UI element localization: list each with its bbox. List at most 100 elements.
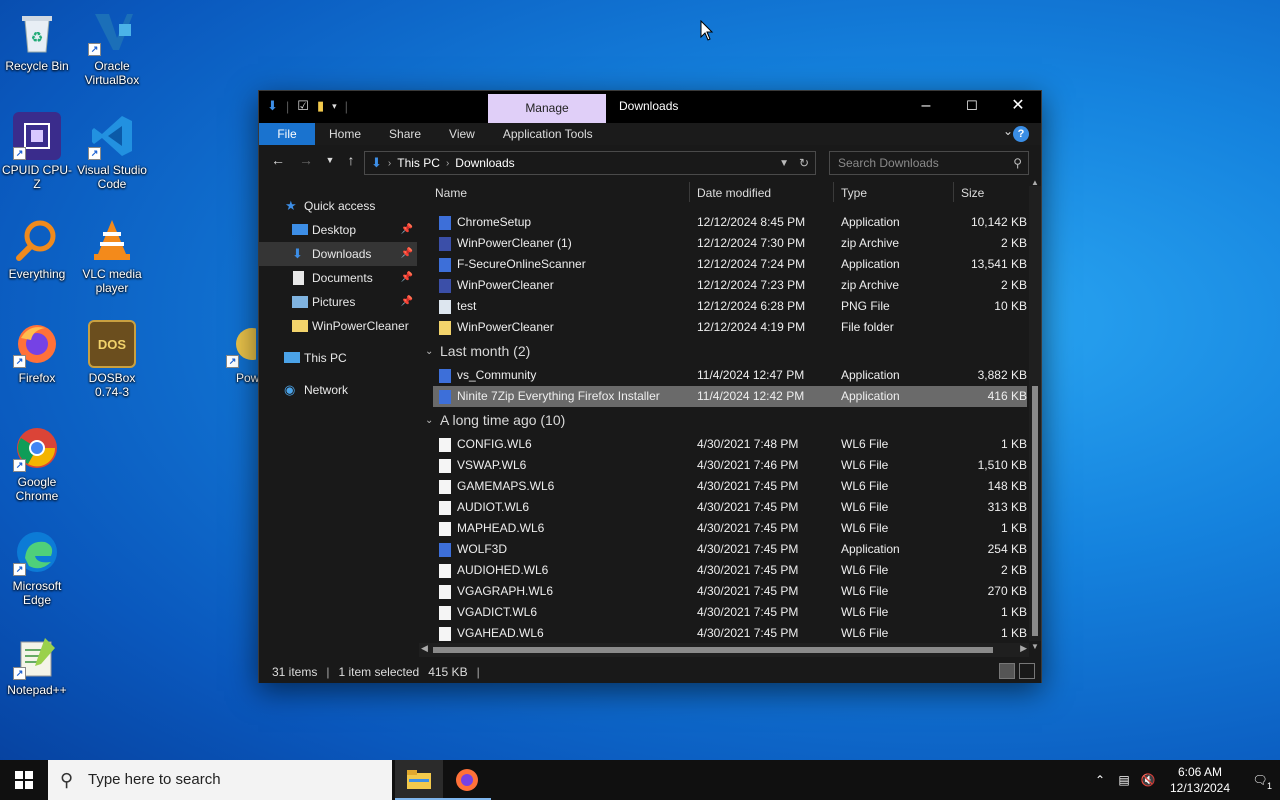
file-row[interactable]: WOLF3D 4/30/2021 7:45 PM Application 254 KB [417, 539, 1027, 560]
tab-application-tools[interactable]: Application Tools [489, 123, 607, 145]
pin-icon[interactable]: 📌 [401, 218, 413, 242]
tab-home[interactable]: Home [315, 123, 375, 145]
file-row[interactable]: ChromeSetup 12/12/2024 8:45 PM Application… [417, 212, 1027, 233]
desktop-icon-everything[interactable]: Everything [0, 216, 74, 281]
nav-network[interactable]: ◉ Network [259, 378, 417, 402]
vertical-scrollbar[interactable]: ▲ ▼ [1029, 178, 1041, 651]
address-bar[interactable]: ⬇ › This PC › Downloads ▼ ↻ [364, 151, 816, 175]
nav-quick-access[interactable]: ★ Quick access [259, 194, 417, 218]
desktop-icon-edge[interactable]: ↗ Microsoft Edge [0, 528, 74, 607]
file-row[interactable]: WinPowerCleaner 12/12/2024 4:19 PM File fo… [417, 317, 1027, 338]
search-input[interactable]: Search Downloads ⚲ [829, 151, 1029, 175]
forward-arrow-icon[interactable]: → [297, 152, 315, 172]
pin-icon[interactable]: 📌 [401, 242, 413, 266]
file-row[interactable]: VGAGRAPH.WL6 4/30/2021 7:45 PM WL6 File 270… [417, 581, 1027, 602]
show-hidden-icons-icon[interactable]: ⌃ [1088, 773, 1112, 787]
nav-documents[interactable]: Documents 📌 [259, 266, 417, 290]
maximize-button[interactable]: ☐ [949, 91, 995, 121]
nav-winpowercleaner[interactable]: WinPowerCleaner [259, 314, 417, 338]
file-row[interactable]: test 12/12/2024 6:28 PM PNG File 10 KB [417, 296, 1027, 317]
large-icons-view-icon[interactable] [1019, 663, 1035, 679]
nav-downloads[interactable]: ⬇ Downloads 📌 [259, 242, 417, 266]
details-view-icon[interactable] [999, 663, 1015, 679]
file-row[interactable]: MAPHEAD.WL6 4/30/2021 7:45 PM WL6 File 1 KB [417, 518, 1027, 539]
desktop-icon-vscode[interactable]: ↗ Visual Studio Code [75, 112, 149, 191]
back-arrow-icon[interactable]: ← [269, 152, 287, 172]
start-button[interactable] [0, 760, 48, 800]
horizontal-scrollbar[interactable]: ◀ ▶ [419, 643, 1029, 657]
file-row[interactable]: WinPowerCleaner 12/12/2024 7:23 PM zip Arc… [417, 275, 1027, 296]
tab-share[interactable]: Share [375, 123, 435, 145]
refresh-icon[interactable]: ↻ [799, 156, 809, 170]
volume-muted-icon[interactable]: 🔇 [1136, 773, 1160, 787]
application-icon [439, 390, 451, 404]
desktop-icon-virtualbox[interactable]: ↗ Oracle VirtualBox [75, 8, 149, 87]
scroll-down-icon[interactable]: ▼ [1031, 642, 1039, 651]
download-arrow-icon[interactable]: ⬇ [267, 98, 278, 114]
desktop-icon-vlc[interactable]: VLC media player [75, 216, 149, 295]
file-row[interactable]: vs_Community 11/4/2024 12:47 PM Applicatio… [417, 365, 1027, 386]
manage-tab[interactable]: Manage [488, 94, 606, 123]
properties-icon[interactable]: ☑ [297, 98, 309, 114]
file-row[interactable]: Ninite 7Zip Everything Firefox Installer… [433, 386, 1027, 407]
group-header-last-month[interactable]: ⌄ Last month (2) [417, 338, 1027, 365]
tab-view[interactable]: View [435, 123, 489, 145]
file-row[interactable]: VGAHEAD.WL6 4/30/2021 7:45 PM WL6 File 1 KB [417, 623, 1027, 644]
address-dropdown-icon[interactable]: ▼ [779, 158, 789, 169]
collapse-chevron-icon[interactable]: ⌄ [425, 407, 433, 434]
collapse-chevron-icon[interactable]: ⌄ [425, 338, 433, 365]
taskbar-firefox[interactable] [443, 760, 491, 800]
status-bar: 31 items | 1 item selected 415 KB | [259, 661, 1041, 683]
file-name: test [457, 299, 477, 313]
firefox-icon [456, 769, 478, 791]
file-row[interactable]: AUDIOHED.WL6 4/30/2021 7:45 PM WL6 File 2 K… [417, 560, 1027, 581]
new-folder-icon[interactable]: ▮ [317, 98, 324, 114]
file-row[interactable]: F-SecureOnlineScanner 12/12/2024 7:24 PM A… [417, 254, 1027, 275]
customize-toolbar-icon[interactable]: ▾ [332, 101, 337, 112]
scroll-left-icon[interactable]: ◀ [421, 643, 428, 654]
nav-this-pc[interactable]: This PC [259, 346, 417, 370]
clock[interactable]: 6:06 AM 12/13/2024 [1160, 764, 1240, 796]
notifications-icon[interactable]: 🗨 1 [1240, 773, 1280, 791]
taskbar-file-explorer[interactable] [395, 760, 443, 800]
file-name: VGAGRAPH.WL6 [457, 584, 554, 598]
network-icon[interactable]: ▤ [1112, 773, 1136, 787]
desktop-icon-label: Firefox [18, 371, 56, 385]
taskbar-search[interactable]: ⚲ Type here to search [48, 760, 392, 800]
vertical-scroll-thumb[interactable] [1032, 386, 1038, 636]
file-name: WinPowerCleaner (1) [457, 236, 572, 250]
recent-locations-icon[interactable]: ▼ [321, 155, 339, 175]
desktop-icon-cpuz[interactable]: ↗ CPUID CPU-Z [0, 112, 74, 191]
desktop-icon-firefox[interactable]: ↗ Firefox [0, 320, 74, 385]
scroll-up-icon[interactable]: ▲ [1031, 178, 1039, 187]
desktop-icon-notepadpp[interactable]: ↗ Notepad++ [0, 632, 74, 697]
close-button[interactable]: ✕ [995, 91, 1041, 121]
file-row[interactable]: WinPowerCleaner (1) 12/12/2024 7:30 PM zip… [417, 233, 1027, 254]
expand-ribbon-icon[interactable]: ⌄ [1003, 124, 1013, 138]
file-row[interactable]: CONFIG.WL6 4/30/2021 7:48 PM WL6 File 1 KB [417, 434, 1027, 455]
file-name: VSWAP.WL6 [457, 458, 527, 472]
desktop-icon-recycle-bin[interactable]: ♻ Recycle Bin [0, 8, 74, 73]
desktop-icon-label: Oracle VirtualBox [84, 59, 140, 87]
minimize-button[interactable]: – [903, 91, 949, 121]
nav-desktop[interactable]: Desktop 📌 [259, 218, 417, 242]
pin-icon[interactable]: 📌 [401, 290, 413, 314]
group-header-long-ago[interactable]: ⌄ A long time ago (10) [417, 407, 1027, 434]
desktop-icon-chrome[interactable]: ↗ Google Chrome [0, 424, 74, 503]
file-date: 12/12/2024 4:19 PM [697, 320, 806, 334]
breadcrumb-this-pc[interactable]: This PC [397, 156, 440, 170]
scroll-right-icon[interactable]: ▶ [1020, 643, 1027, 654]
breadcrumb-downloads[interactable]: Downloads [455, 156, 514, 170]
up-arrow-icon[interactable]: ↑ [342, 152, 360, 172]
file-row[interactable]: GAMEMAPS.WL6 4/30/2021 7:45 PM WL6 File 148… [417, 476, 1027, 497]
file-row[interactable]: VGADICT.WL6 4/30/2021 7:45 PM WL6 File 1 KB [417, 602, 1027, 623]
title-bar[interactable]: ⬇ | ☑ ▮ ▾ | Manage Downloads – ☐ ✕ [259, 91, 1041, 123]
nav-pictures[interactable]: Pictures 📌 [259, 290, 417, 314]
file-row[interactable]: VSWAP.WL6 4/30/2021 7:46 PM WL6 File 1,510 … [417, 455, 1027, 476]
help-icon[interactable]: ? [1013, 126, 1029, 142]
pin-icon[interactable]: 📌 [401, 266, 413, 290]
desktop-icon-dosbox[interactable]: DOS DOSBox 0.74-3 [75, 320, 149, 399]
horizontal-scroll-thumb[interactable] [433, 647, 993, 653]
tab-file[interactable]: File [259, 123, 315, 145]
file-row[interactable]: AUDIOT.WL6 4/30/2021 7:45 PM WL6 File 313 K… [417, 497, 1027, 518]
